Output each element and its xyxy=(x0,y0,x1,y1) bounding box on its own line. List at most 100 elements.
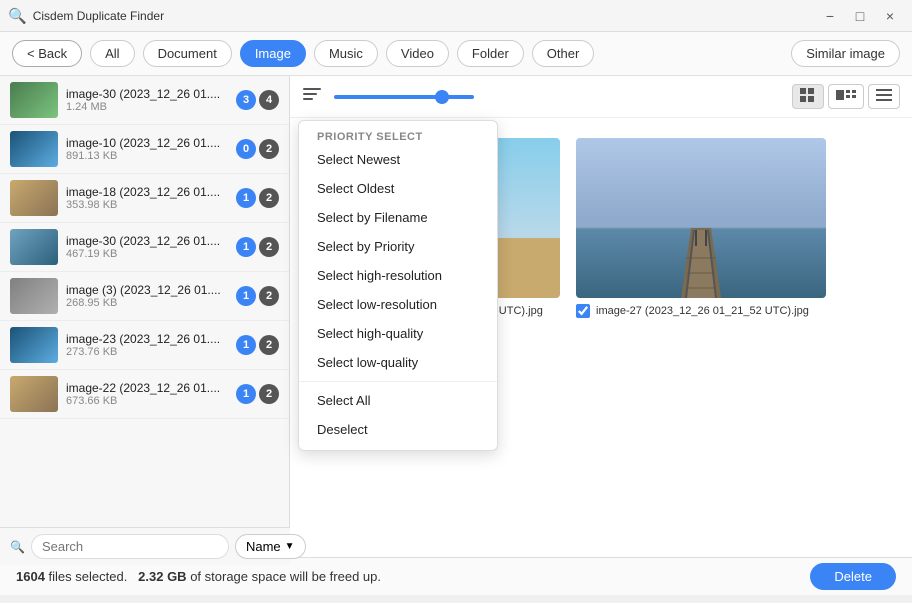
image-card-1: image-27 (2023_12_26 01_21_52 UTC).jpg xyxy=(576,138,826,318)
sidebar-footer: 🔍Name▼ xyxy=(0,527,290,565)
zoom-slider-container xyxy=(334,95,780,99)
storage-label: of storage space will be freed up. xyxy=(190,569,381,584)
badge-4-1: 2 xyxy=(259,286,279,306)
image-preview-1 xyxy=(576,138,826,298)
tab-music[interactable]: Music xyxy=(314,40,378,67)
sidebar-filename-3: image-30 (2023_12_26 01.... xyxy=(66,234,228,248)
sidebar-thumb-0 xyxy=(10,82,58,118)
tab-folder[interactable]: Folder xyxy=(457,40,524,67)
select-by-filename-item[interactable]: Select by Filename xyxy=(299,203,497,232)
filmstrip-view-button[interactable] xyxy=(828,84,864,109)
chevron-down-icon: ▼ xyxy=(285,541,295,552)
sidebar-badges-6: 12 xyxy=(236,384,279,404)
badge-6-1: 2 xyxy=(259,384,279,404)
minimize-button[interactable]: − xyxy=(816,6,844,26)
sidebar-filesize-5: 273.76 KB xyxy=(66,346,228,358)
sidebar-thumb-6 xyxy=(10,376,58,412)
sidebar-thumb-2 xyxy=(10,180,58,216)
badge-3-0: 1 xyxy=(236,237,256,257)
tab-document[interactable]: Document xyxy=(143,40,232,67)
sidebar-filesize-1: 891.13 KB xyxy=(66,150,228,162)
similar-image-button[interactable]: Similar image xyxy=(791,40,900,67)
status-text: 1604 files selected. 2.32 GB of storage … xyxy=(16,569,381,584)
tab-image[interactable]: Image xyxy=(240,40,306,67)
badge-4-0: 1 xyxy=(236,286,256,306)
sidebar-info-6: image-22 (2023_12_26 01....673.66 KB xyxy=(66,381,228,407)
back-button[interactable]: < Back xyxy=(12,40,82,67)
sidebar-filename-1: image-10 (2023_12_26 01.... xyxy=(66,136,228,150)
grid-view-button[interactable] xyxy=(792,84,824,109)
badge-2-0: 1 xyxy=(236,188,256,208)
sort-icon[interactable] xyxy=(302,86,322,107)
select-high-quality-item[interactable]: Select high-quality xyxy=(299,319,497,348)
badge-3-1: 2 xyxy=(259,237,279,257)
sidebar-badges-0: 34 xyxy=(236,90,279,110)
content-toolbar xyxy=(290,76,912,118)
sidebar-info-2: image-18 (2023_12_26 01....353.98 KB xyxy=(66,185,228,211)
search-input[interactable] xyxy=(31,534,229,559)
select-high-resolution-item[interactable]: Select high-resolution xyxy=(299,261,497,290)
maximize-button[interactable]: □ xyxy=(846,6,874,26)
list-view-button[interactable] xyxy=(868,84,900,109)
tab-all[interactable]: All xyxy=(90,40,134,67)
sidebar-badges-1: 02 xyxy=(236,139,279,159)
image-filename-1: image-27 (2023_12_26 01_21_52 UTC).jpg xyxy=(596,305,809,317)
sidebar-item-4[interactable]: image (3) (2023_12_26 01....268.95 KB 12 xyxy=(0,272,289,321)
badge-6-0: 1 xyxy=(236,384,256,404)
sidebar-item-2[interactable]: image-18 (2023_12_26 01....353.98 KB 12 xyxy=(0,174,289,223)
sidebar-filename-5: image-23 (2023_12_26 01.... xyxy=(66,332,228,346)
sidebar-filename-0: image-30 (2023_12_26 01.... xyxy=(66,87,228,101)
select-low-quality-item[interactable]: Select low-quality xyxy=(299,348,497,377)
badge-1-1: 2 xyxy=(259,139,279,159)
sidebar-item-0[interactable]: image-30 (2023_12_26 01....1.24 MB 34 xyxy=(0,76,289,125)
sidebar-filename-4: image (3) (2023_12_26 01.... xyxy=(66,283,228,297)
search-icon: 🔍 xyxy=(10,540,25,554)
dropdown-separator xyxy=(299,381,497,382)
sidebar-info-5: image-23 (2023_12_26 01....273.76 KB xyxy=(66,332,228,358)
top-nav: < Back All Document Image Music Video Fo… xyxy=(0,32,912,76)
sidebar-filesize-2: 353.98 KB xyxy=(66,199,228,211)
select-newest-item[interactable]: Select Newest xyxy=(299,145,497,174)
zoom-slider[interactable] xyxy=(334,95,474,99)
sidebar-item-3[interactable]: image-30 (2023_12_26 01....467.19 KB 12 xyxy=(0,223,289,272)
close-button[interactable]: × xyxy=(876,6,904,26)
select-all-item[interactable]: Select All xyxy=(299,386,497,415)
sidebar-badges-2: 12 xyxy=(236,188,279,208)
sidebar-badges-5: 12 xyxy=(236,335,279,355)
select-low-resolution-item[interactable]: Select low-resolution xyxy=(299,290,497,319)
select-oldest-item[interactable]: Select Oldest xyxy=(299,174,497,203)
sidebar-item-5[interactable]: image-23 (2023_12_26 01....273.76 KB 12 xyxy=(0,321,289,370)
badge-5-1: 2 xyxy=(259,335,279,355)
sidebar-info-0: image-30 (2023_12_26 01....1.24 MB xyxy=(66,87,228,113)
sidebar-thumb-3 xyxy=(10,229,58,265)
badge-0-0: 3 xyxy=(236,90,256,110)
main-layout: image-30 (2023_12_26 01....1.24 MB34imag… xyxy=(0,76,912,557)
sidebar-badges-3: 12 xyxy=(236,237,279,257)
sidebar-thumb-4 xyxy=(10,278,58,314)
image-checkbox-row-1: image-27 (2023_12_26 01_21_52 UTC).jpg xyxy=(576,304,826,318)
image-checkbox-1[interactable] xyxy=(576,304,590,318)
sidebar-item-1[interactable]: image-10 (2023_12_26 01....891.13 KB 02 xyxy=(0,125,289,174)
sidebar-filesize-4: 268.95 KB xyxy=(66,297,228,309)
sidebar-filesize-0: 1.24 MB xyxy=(66,101,228,113)
delete-button[interactable]: Delete xyxy=(810,563,896,590)
sidebar-thumb-5 xyxy=(10,327,58,363)
badge-0-1: 4 xyxy=(259,90,279,110)
sidebar-filesize-6: 673.66 KB xyxy=(66,395,228,407)
tab-other[interactable]: Other xyxy=(532,40,595,67)
files-label: files selected. xyxy=(49,569,128,584)
sort-select-button[interactable]: Name▼ xyxy=(235,534,306,559)
deselect-item[interactable]: Deselect xyxy=(299,415,497,444)
storage-size: 2.32 GB xyxy=(138,569,186,584)
sidebar-thumb-1 xyxy=(10,131,58,167)
files-count: 1604 xyxy=(16,569,45,584)
title-bar-left: 🔍 Cisdem Duplicate Finder xyxy=(8,7,164,25)
sidebar-item-6[interactable]: image-22 (2023_12_26 01....673.66 KB 12 xyxy=(0,370,289,419)
select-by-priority-item[interactable]: Select by Priority xyxy=(299,232,497,261)
tab-video[interactable]: Video xyxy=(386,40,449,67)
sidebar-filename-2: image-18 (2023_12_26 01.... xyxy=(66,185,228,199)
sidebar-filesize-3: 467.19 KB xyxy=(66,248,228,260)
title-bar: 🔍 Cisdem Duplicate Finder − □ × xyxy=(0,0,912,32)
sidebar-info-4: image (3) (2023_12_26 01....268.95 KB xyxy=(66,283,228,309)
sidebar-filename-6: image-22 (2023_12_26 01.... xyxy=(66,381,228,395)
